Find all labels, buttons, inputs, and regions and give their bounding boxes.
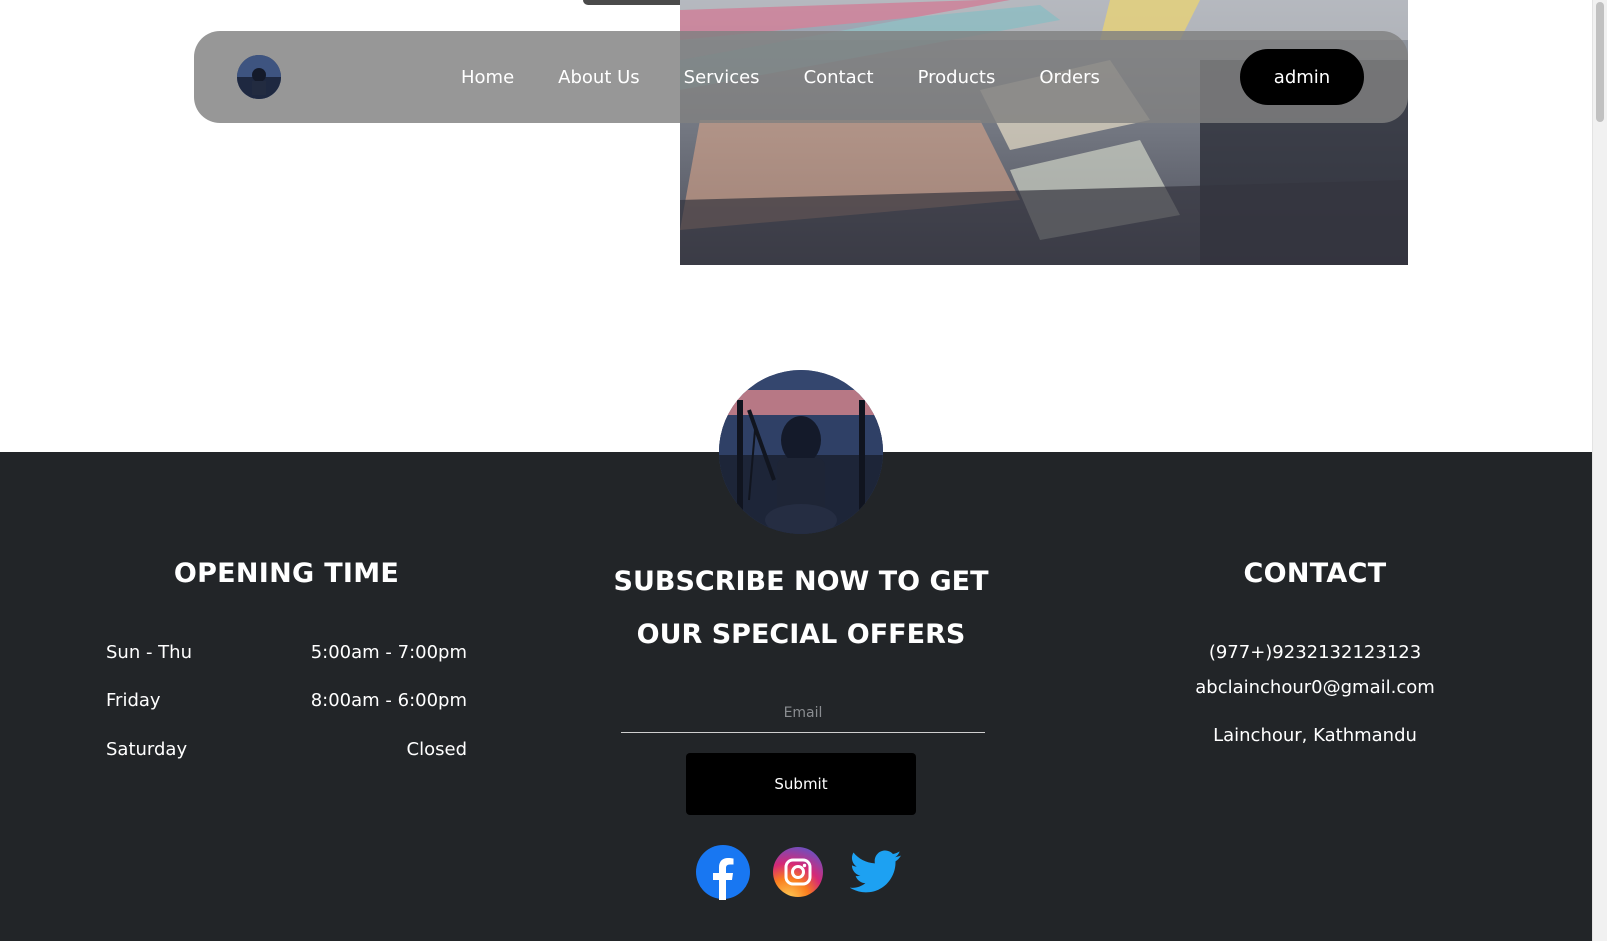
nav-home[interactable]: Home	[461, 67, 514, 88]
subscribe-title-line2: OUR SPECIAL OFFERS	[636, 619, 966, 650]
submit-button[interactable]: Submit	[686, 753, 916, 815]
hours-time: Closed	[406, 739, 467, 760]
nav-services[interactable]: Services	[684, 67, 760, 88]
hours-row: Friday 8:00am - 6:00pm	[106, 690, 467, 711]
scrollbar[interactable]	[1592, 0, 1607, 941]
contact-address: Lainchour, Kathmandu	[1213, 725, 1417, 746]
navbar: Home About Us Services Contact Products …	[194, 31, 1408, 123]
nav-products[interactable]: Products	[918, 67, 996, 88]
hours-row: Saturday Closed	[106, 739, 467, 760]
twitter-icon[interactable]	[849, 848, 902, 896]
subscribe-title-line1: SUBSCRIBE NOW TO GET	[613, 566, 989, 597]
hours-row: Sun - Thu 5:00am - 7:00pm	[106, 642, 467, 663]
hours-day: Friday	[106, 690, 161, 711]
contact-title: CONTACT	[1243, 558, 1387, 589]
nav-about-us[interactable]: About Us	[558, 67, 640, 88]
hours-day: Saturday	[106, 739, 188, 760]
nav-links: Home About Us Services Contact Products …	[461, 31, 1144, 123]
hours-time: 8:00am - 6:00pm	[310, 690, 467, 711]
hours-day: Sun - Thu	[106, 642, 192, 663]
instagram-icon[interactable]	[773, 847, 823, 897]
facebook-icon[interactable]	[695, 844, 751, 900]
logo-image	[237, 55, 281, 99]
nav-orders[interactable]: Orders	[1039, 67, 1100, 88]
contact-phone: (977+)9232132123123	[1208, 642, 1422, 663]
opening-time-title: OPENING TIME	[173, 558, 400, 589]
footer-logo-avatar	[719, 370, 883, 534]
hours-time: 5:00am - 7:00pm	[310, 642, 467, 663]
footer-logo-image	[719, 370, 883, 534]
nav-contact[interactable]: Contact	[804, 67, 874, 88]
email-input[interactable]	[621, 694, 985, 733]
logo-avatar[interactable]	[237, 55, 281, 99]
admin-button[interactable]: admin	[1240, 49, 1364, 105]
scrollbar-thumb[interactable]	[1596, 2, 1604, 122]
contact-email: abclainchour0@gmail.com	[1195, 677, 1435, 698]
subscribe-title: SUBSCRIBE NOW TO GET OUR SPECIAL OFFERS	[600, 555, 1002, 661]
